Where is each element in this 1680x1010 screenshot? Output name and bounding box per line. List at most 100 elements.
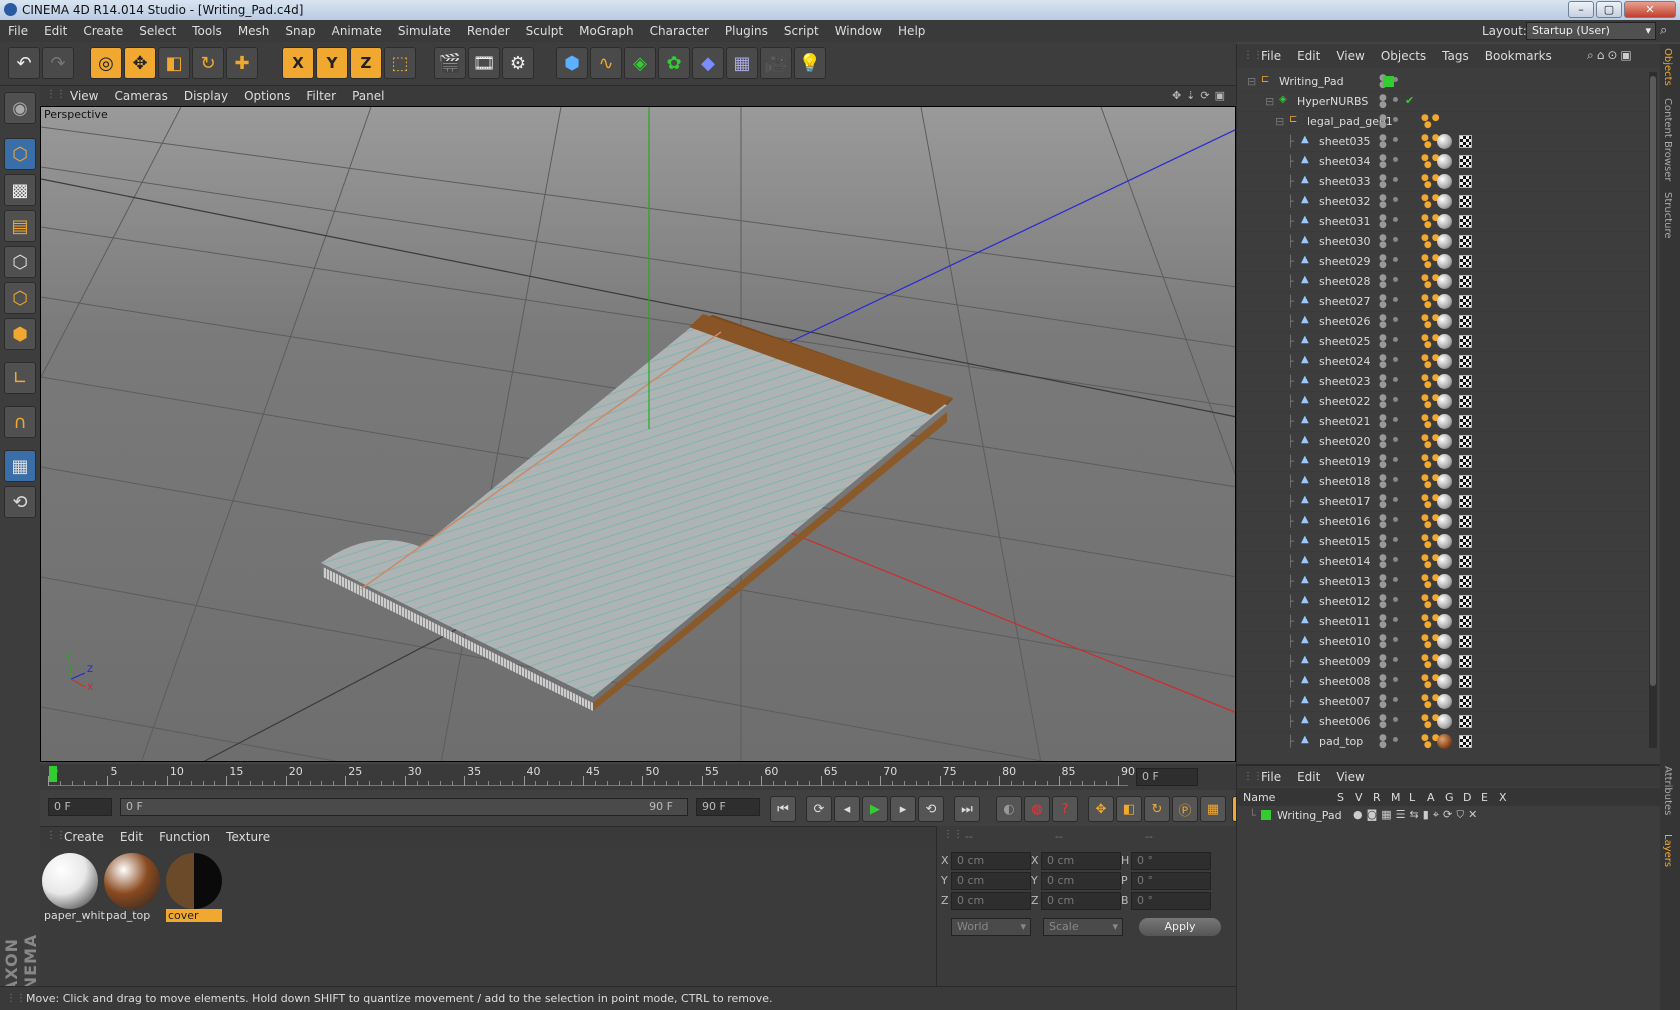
visibility-dots-icon[interactable]: ●●: [1379, 314, 1387, 330]
object-menu-view[interactable]: View: [1328, 49, 1372, 63]
object-row-sheet032[interactable]: ├ ▲ sheet032 ● ● ● ● ●: [1237, 192, 1647, 212]
texture-tag-icon[interactable]: [1459, 615, 1472, 628]
material-tag-icon[interactable]: [1437, 714, 1452, 729]
object-row-sheet030[interactable]: ├ ▲ sheet030 ● ● ● ● ●: [1237, 232, 1647, 252]
object-row-root[interactable]: ⊟⊏Writing_Pad●●: [1237, 72, 1647, 92]
layer-column-v[interactable]: V: [1355, 791, 1363, 804]
workplane-lock-icon[interactable]: ▦: [4, 450, 36, 482]
material-tag-icon[interactable]: [1437, 374, 1452, 389]
object-menu-bookmarks[interactable]: Bookmarks: [1477, 49, 1560, 63]
layer-dot-icon[interactable]: [1393, 357, 1398, 362]
texture-tag-icon[interactable]: [1459, 535, 1472, 548]
layer-dot-icon[interactable]: [1393, 377, 1398, 382]
layer-dot-icon[interactable]: [1393, 437, 1398, 442]
layer-dot-icon[interactable]: [1393, 457, 1398, 462]
material-menu-create[interactable]: Create: [56, 830, 112, 844]
current-frame-field[interactable]: 0 F: [1136, 768, 1198, 786]
layer-dot-icon[interactable]: [1393, 637, 1398, 642]
object-menu-objects[interactable]: Objects: [1373, 49, 1434, 63]
material-tag-icon[interactable]: [1437, 674, 1452, 689]
texture-tag-icon[interactable]: [1459, 695, 1472, 708]
tab-structure[interactable]: Structure: [1662, 192, 1673, 239]
menu-render[interactable]: Render: [459, 24, 518, 38]
object-row-sheet009[interactable]: ├ ▲ sheet009 ● ● ● ● ●: [1237, 652, 1647, 672]
layer-column-name[interactable]: Name: [1243, 791, 1275, 804]
material-tag-icon[interactable]: [1437, 614, 1452, 629]
visibility-dots-icon[interactable]: ●●: [1379, 694, 1387, 710]
visibility-dots-icon[interactable]: ●●: [1379, 514, 1387, 530]
coord-field[interactable]: 0 °: [1131, 852, 1211, 870]
layer-dot-icon[interactable]: [1393, 537, 1398, 542]
coordinate-system-icon[interactable]: ⬚: [384, 47, 416, 79]
z-axis-lock-button[interactable]: Z: [350, 47, 382, 79]
texture-tag-icon[interactable]: [1459, 335, 1472, 348]
key-param-icon[interactable]: Ⓟ: [1172, 796, 1198, 822]
apply-button[interactable]: Apply: [1139, 918, 1221, 936]
texture-tag-icon[interactable]: [1459, 395, 1472, 408]
layer-dot-icon[interactable]: [1393, 397, 1398, 402]
key-scale-icon[interactable]: ◧: [1116, 796, 1142, 822]
coord-field[interactable]: 0 °: [1131, 892, 1211, 910]
layer-dot-icon[interactable]: [1393, 697, 1398, 702]
scale-icon[interactable]: ◧: [158, 47, 190, 79]
material-tag-icon[interactable]: [1437, 574, 1452, 589]
light-icon[interactable]: 💡: [794, 47, 826, 79]
layer-dot-icon[interactable]: [1393, 157, 1398, 162]
add-object-icon[interactable]: ✚: [226, 47, 258, 79]
texture-tag-icon[interactable]: [1459, 255, 1472, 268]
coord-mode-select[interactable]: World ▾: [951, 918, 1031, 936]
grid-snap-icon[interactable]: ⟲: [4, 486, 36, 518]
tab-content-browser[interactable]: Content Browser: [1662, 98, 1673, 181]
undo-icon[interactable]: ↶: [8, 47, 40, 79]
menu-animate[interactable]: Animate: [324, 24, 390, 38]
object-row-sheet010[interactable]: ├ ▲ sheet010 ● ● ● ● ●: [1237, 632, 1647, 652]
points-mode-icon[interactable]: ⬡: [4, 246, 36, 278]
coord-field[interactable]: 0 cm: [1041, 892, 1121, 910]
menu-sculpt[interactable]: Sculpt: [518, 24, 571, 38]
visibility-dots-icon[interactable]: ●●: [1379, 334, 1387, 350]
layer-column-r[interactable]: R: [1373, 791, 1381, 804]
object-row-sheet020[interactable]: ├ ▲ sheet020 ● ● ● ● ●: [1237, 432, 1647, 452]
material-menu-edit[interactable]: Edit: [112, 830, 151, 844]
layer-dot-icon[interactable]: [1393, 297, 1398, 302]
object-row-sheet029[interactable]: ├ ▲ sheet029 ● ● ● ● ●: [1237, 252, 1647, 272]
layer-dot-icon[interactable]: [1393, 417, 1398, 422]
material-tag-icon[interactable]: [1437, 454, 1452, 469]
layer-dot-icon[interactable]: [1393, 237, 1398, 242]
coord-field[interactable]: 0 °: [1131, 872, 1211, 890]
texture-mode-icon[interactable]: ▩: [4, 174, 36, 206]
texture-tag-icon[interactable]: [1459, 735, 1472, 748]
visibility-dots-icon[interactable]: ●●: [1379, 474, 1387, 490]
autokey-icon[interactable]: ◍: [1024, 796, 1050, 822]
material-tag-icon[interactable]: [1437, 594, 1452, 609]
viewport-menu-options[interactable]: Options: [236, 89, 298, 103]
coord-size-mode-select[interactable]: Scale ▾: [1043, 918, 1123, 936]
material-tag-icon[interactable]: [1437, 134, 1452, 149]
material-tag-icon[interactable]: [1437, 414, 1452, 429]
material-tag-icon[interactable]: [1437, 734, 1452, 749]
scrollbar-thumb[interactable]: [1650, 76, 1656, 686]
go-to-start-icon[interactable]: ⏮: [770, 796, 796, 822]
material-tag-icon[interactable]: [1437, 194, 1452, 209]
layer-column-a[interactable]: A: [1427, 791, 1435, 804]
object-row-sheet017[interactable]: ├ ▲ sheet017 ● ● ● ● ●: [1237, 492, 1647, 512]
x-axis-lock-button[interactable]: X: [282, 47, 314, 79]
layer-dot-icon[interactable]: [1393, 217, 1398, 222]
texture-tag-icon[interactable]: [1459, 375, 1472, 388]
key-position-icon[interactable]: ✥: [1088, 796, 1114, 822]
texture-tag-icon[interactable]: [1459, 275, 1472, 288]
edges-mode-icon[interactable]: ⬡: [4, 282, 36, 314]
spline-icon[interactable]: ∿: [590, 47, 622, 79]
coord-field[interactable]: 0 cm: [951, 892, 1031, 910]
keyframe-selection-icon[interactable]: ?: [1052, 796, 1078, 822]
viewport-menu-display[interactable]: Display: [176, 89, 236, 103]
object-row-sheet012[interactable]: ├ ▲ sheet012 ● ● ● ● ●: [1237, 592, 1647, 612]
object-row-sheet025[interactable]: ├ ▲ sheet025 ● ● ● ● ●: [1237, 332, 1647, 352]
layer-dot-icon[interactable]: [1393, 197, 1398, 202]
layer-dot-icon[interactable]: [1393, 557, 1398, 562]
texture-tag-icon[interactable]: [1459, 495, 1472, 508]
menu-character[interactable]: Character: [642, 24, 717, 38]
search-icon[interactable]: ⌕: [1660, 23, 1667, 38]
visibility-dots-icon[interactable]: ●●: [1379, 494, 1387, 510]
texture-tag-icon[interactable]: [1459, 295, 1472, 308]
